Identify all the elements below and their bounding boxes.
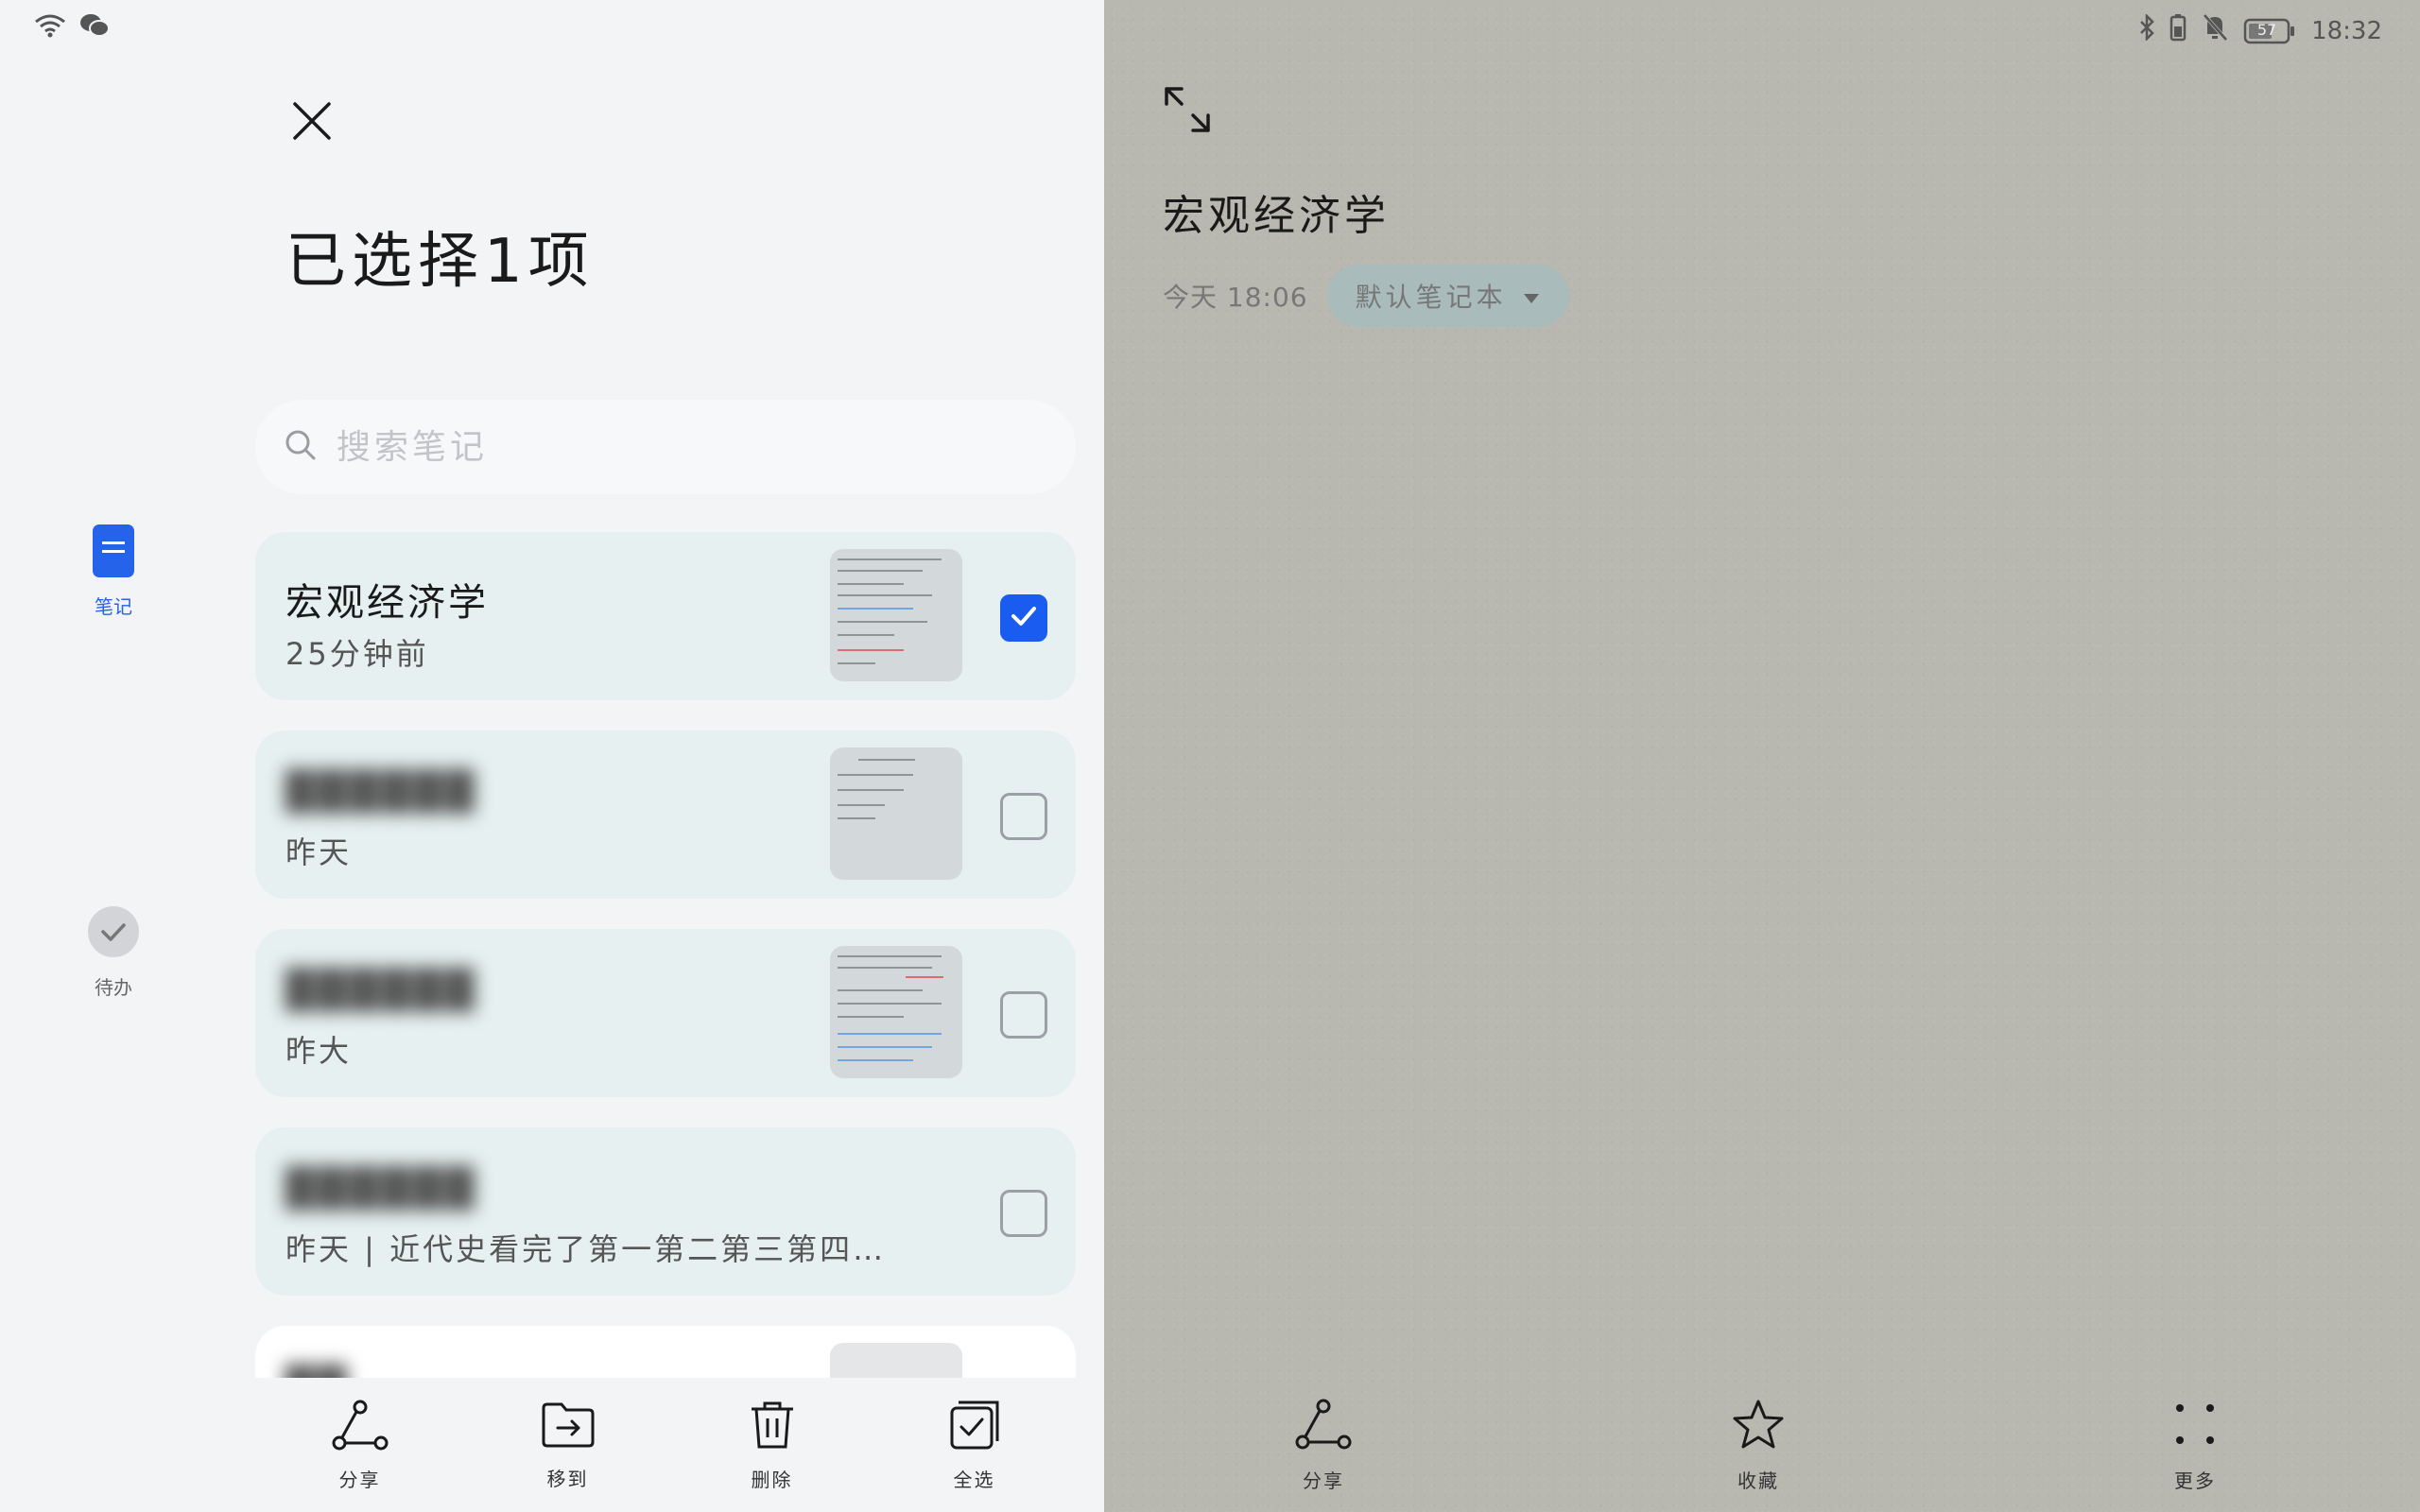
delete-label: 删除 (751, 1469, 793, 1491)
note-meta: 今天 18:06 默认笔记本 (1163, 265, 1569, 327)
status-time: 18:32 (2311, 16, 2382, 45)
note-checkbox[interactable] (1000, 793, 1047, 840)
note-thumbnail (830, 1343, 962, 1378)
more-dots-icon (2172, 1399, 2218, 1454)
note-card[interactable]: 宏观经济学 25分钟前 (255, 532, 1076, 700)
status-bar-left (34, 13, 110, 42)
note-subtitle: 昨天 | 近代史看完了第一第二第三第四… (285, 1231, 887, 1267)
wechat-icon (79, 13, 110, 42)
battery-level: 57 (2256, 20, 2277, 39)
note-card[interactable]: ██████ 昨天 | 近代史看完了第一第二第三第四… (255, 1127, 1076, 1296)
expand-icon (1161, 87, 1214, 140)
mute-icon (2202, 13, 2228, 48)
move-button[interactable]: 移到 (541, 1400, 596, 1491)
rail-notes[interactable]: 笔记 (57, 524, 170, 619)
battery-icon: 57 (2243, 18, 2296, 44)
battery-saver-icon (2169, 13, 2187, 48)
more-label: 更多 (2174, 1469, 2216, 1492)
expand-button[interactable] (1161, 83, 1221, 144)
notebook-label: 默认笔记本 (1355, 282, 1507, 313)
note-thumbnail (830, 747, 962, 880)
note-title: ██████ (285, 1167, 477, 1211)
note-subtitle: 昨天 (285, 834, 353, 870)
note-list: 宏观经济学 25分钟前 ██████ 昨天 ██████ 昨大 ██████ 昨… (255, 532, 1076, 1378)
select-all-icon (949, 1400, 1000, 1455)
rail-notes-label: 笔记 (95, 595, 132, 618)
note-title: 宏观经济学 (285, 581, 489, 625)
note-checkbox[interactable] (1000, 1190, 1047, 1237)
share-label: 分享 (338, 1469, 381, 1491)
check-icon (1008, 600, 1040, 636)
note-checkbox[interactable] (1000, 991, 1047, 1039)
status-bar-right: 57 18:32 (2139, 12, 2382, 48)
close-button[interactable] (284, 94, 340, 151)
rail-todo[interactable]: 待办 (57, 905, 170, 1000)
notebook-selector[interactable]: 默认笔记本 (1326, 265, 1569, 327)
note-detail-pane: 57 18:32 宏观经济学 今天 18:06 默认笔记本 分享 收藏 更多 (1104, 0, 2420, 1512)
select-all-button[interactable]: 全选 (949, 1400, 1000, 1492)
note-thumbnail (830, 549, 962, 681)
note-card[interactable]: ██ (255, 1326, 1076, 1378)
note-title: ██████ (285, 969, 477, 1012)
share-icon (332, 1400, 389, 1455)
note-timestamp: 今天 18:06 (1163, 282, 1308, 313)
share-icon (1295, 1399, 1352, 1454)
favorite-button[interactable]: 收藏 (1732, 1399, 1785, 1493)
search-bar[interactable] (255, 400, 1076, 494)
todo-check-icon (87, 905, 140, 963)
star-icon (1732, 1399, 1785, 1454)
search-input[interactable] (337, 427, 998, 467)
move-label: 移到 (546, 1468, 589, 1490)
note-title: ██ (285, 1366, 350, 1378)
note-checkbox[interactable] (1000, 594, 1047, 642)
note-subtitle: 昨大 (285, 1033, 353, 1069)
dropdown-triangle-icon (1522, 281, 1541, 312)
delete-button[interactable]: 删除 (748, 1400, 797, 1492)
share-button[interactable]: 分享 (332, 1400, 389, 1492)
bluetooth-icon (2139, 12, 2154, 47)
note-subtitle: 25分钟前 (285, 636, 429, 672)
move-to-folder-icon (541, 1400, 596, 1454)
note-card[interactable]: ██████ 昨大 (255, 929, 1076, 1097)
close-icon (291, 100, 333, 146)
note-list-pane: 笔记 待办 已选择1项 宏观经济学 25分钟前 (0, 0, 1104, 1512)
bottom-action-bar: 分享 移到 删除 全选 (255, 1380, 1076, 1512)
detail-share-label: 分享 (1303, 1469, 1344, 1492)
favorite-label: 收藏 (1737, 1469, 1779, 1492)
note-card[interactable]: ██████ 昨天 (255, 730, 1076, 899)
search-icon (284, 428, 318, 466)
page-title: 已选择1项 (285, 227, 595, 297)
note-title: ██████ (285, 770, 477, 814)
detail-share-button[interactable]: 分享 (1295, 1399, 1352, 1493)
trash-icon (748, 1400, 797, 1455)
select-all-label: 全选 (953, 1469, 995, 1491)
note-detail-title[interactable]: 宏观经济学 (1163, 181, 1390, 242)
note-thumbnail (830, 946, 962, 1078)
more-button[interactable]: 更多 (2172, 1399, 2218, 1493)
wifi-icon (34, 13, 66, 42)
rail-todo-label: 待办 (95, 976, 132, 999)
note-icon (93, 524, 134, 582)
